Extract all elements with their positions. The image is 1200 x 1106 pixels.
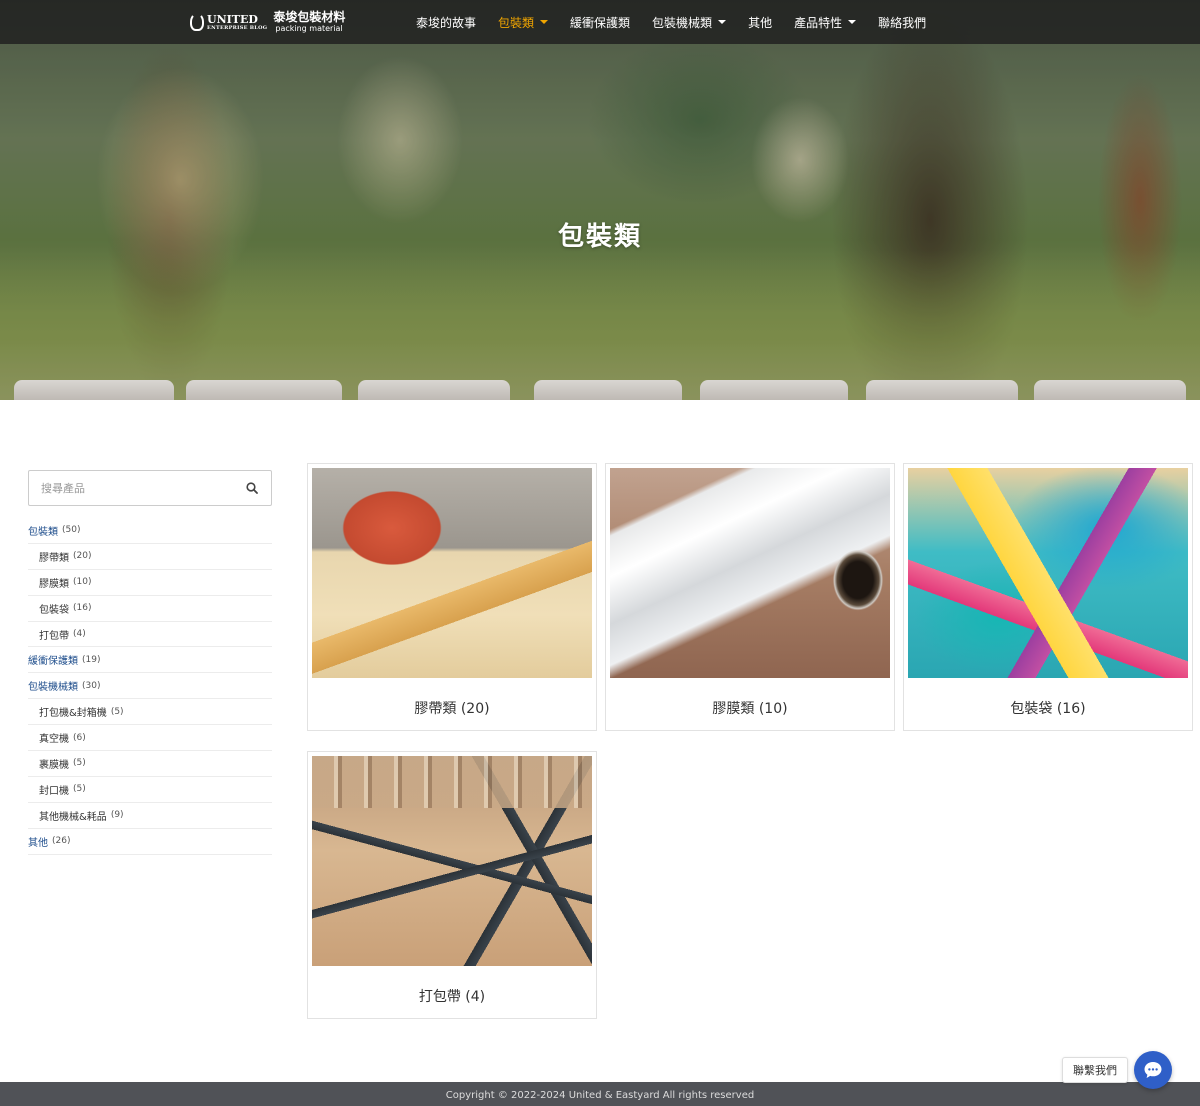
category-name[interactable]: 其他	[28, 834, 48, 849]
nav-item-2[interactable]: 緩衝保護類	[570, 14, 630, 31]
nav-item-label: 包裝機械類	[652, 15, 713, 30]
category-name[interactable]: 其他機械&耗品	[39, 808, 107, 823]
search-icon[interactable]	[246, 482, 258, 494]
category-item[interactable]: 其他機械&耗品 (9)	[28, 803, 272, 829]
category-item[interactable]: 打包機&封箱機 (5)	[28, 699, 272, 726]
logo-en-text: UNITED	[207, 12, 258, 26]
chat-icon	[1144, 1062, 1162, 1078]
product-card-strap[interactable]: 打包帶 (4)	[307, 751, 597, 1019]
category-name[interactable]: 包裝機械類	[28, 678, 78, 693]
search-input[interactable]	[29, 471, 229, 505]
category-list: 包裝類 (50) 膠帶類 (20) 膠膜類 (10) 包裝袋 (16) 打包帶 (4) 緩衝保護類 (…	[28, 518, 272, 855]
category-name[interactable]: 真空機	[39, 730, 69, 745]
logo-en-subtext: ENTERPRISE BLOG	[207, 24, 268, 31]
colorful-plastic-bags-photo[interactable]	[908, 468, 1188, 678]
category-item[interactable]: 封口機 (5)	[28, 777, 272, 803]
category-count: (50)	[62, 525, 81, 536]
nav-item-label: 緩衝保護類	[570, 15, 631, 30]
category-count: (4)	[73, 629, 86, 639]
category-count: (30)	[82, 680, 101, 691]
nav-item-5[interactable]: 產品特性	[794, 14, 857, 31]
nav-item-label: 產品特性	[794, 15, 843, 30]
page-title: 包裝類	[557, 222, 642, 252]
top-navbar: UNITED ENTERPRISE BLOG 泰埈包裝材料 packing ma…	[0, 0, 1200, 44]
category-item[interactable]: 包裝袋 (16)	[28, 596, 272, 622]
site-logo[interactable]: UNITED ENTERPRISE BLOG 泰埈包裝材料 packing ma…	[190, 8, 345, 36]
nav-item-label: 其他	[748, 15, 773, 30]
category-name[interactable]: 包裝袋	[39, 601, 69, 616]
nav-item-1[interactable]: 包裝類	[498, 14, 549, 31]
caret-down-icon	[718, 20, 727, 24]
caret-down-icon	[848, 20, 857, 24]
product-card-bags[interactable]: 包裝袋 (16)	[903, 463, 1193, 731]
logo-swirl-icon	[190, 13, 204, 31]
category-item[interactable]: 包裝機械類 (30)	[28, 673, 272, 700]
category-item[interactable]: 真空機 (6)	[28, 725, 272, 752]
category-name[interactable]: 包裝類	[28, 523, 58, 538]
logo-zh-text: 泰埈包裝材料	[273, 10, 346, 24]
nav-item-label: 聯絡我們	[878, 15, 927, 30]
caret-down-icon	[540, 20, 549, 24]
category-item[interactable]: 膠膜類 (10)	[28, 570, 272, 596]
nav-item-4[interactable]: 其他	[748, 14, 772, 31]
hero-stone-edging	[0, 380, 1200, 400]
category-count: (19)	[82, 654, 101, 665]
category-count: (6)	[73, 732, 86, 743]
category-count: (5)	[110, 706, 124, 717]
category-name[interactable]: 打包帶	[39, 627, 69, 642]
category-name[interactable]: 膠膜類	[39, 575, 69, 590]
category-name[interactable]: 膠帶類	[39, 549, 69, 564]
stretch-film-roll-photo[interactable]	[610, 468, 890, 678]
category-count: (20)	[73, 551, 92, 562]
category-count: (16)	[73, 603, 92, 614]
product-card-film[interactable]: 膠膜類 (10)	[605, 463, 895, 731]
product-search-box	[28, 470, 272, 506]
category-item[interactable]: 膠帶類 (20)	[28, 544, 272, 570]
nav-item-label: 包裝類	[498, 15, 535, 30]
contact-label[interactable]: 聯繫我們	[1062, 1057, 1128, 1083]
strapped-pallet-photo[interactable]	[312, 756, 592, 966]
category-name[interactable]: 打包機&封箱機	[39, 704, 107, 719]
product-card-tape[interactable]: 膠帶類 (20)	[307, 463, 597, 731]
product-card-label[interactable]: 打包帶 (4)	[308, 986, 596, 1006]
logo-tagline: packing material	[275, 24, 343, 33]
category-count: (26)	[52, 836, 71, 847]
nav-item-3[interactable]: 包裝機械類	[652, 14, 727, 31]
category-count: (9)	[110, 810, 124, 821]
category-item[interactable]: 打包帶 (4)	[28, 622, 272, 648]
product-card-label[interactable]: 膠膜類 (10)	[606, 698, 894, 718]
category-name[interactable]: 緩衝保護類	[28, 652, 78, 667]
nav-item-6[interactable]: 聯絡我們	[878, 14, 926, 31]
category-item[interactable]: 裹膜機 (5)	[28, 751, 272, 777]
category-item[interactable]: 包裝類 (50)	[28, 518, 272, 544]
category-name[interactable]: 封口機	[39, 782, 69, 797]
hero-banner: 包裝類	[0, 0, 1200, 400]
product-card-label[interactable]: 包裝袋 (16)	[904, 698, 1192, 718]
category-count: (5)	[73, 758, 86, 769]
category-item[interactable]: 其他 (26)	[28, 829, 272, 855]
contact-widget[interactable]: 聯繫我們	[1062, 1050, 1172, 1090]
category-count: (5)	[73, 784, 86, 795]
category-count: (10)	[73, 577, 92, 588]
site-footer: Copyright © 2022-2024 United & Eastyard …	[0, 1082, 1200, 1106]
nav-item-0[interactable]: 泰埈的故事	[416, 14, 476, 31]
product-card-label[interactable]: 膠帶類 (20)	[308, 698, 596, 718]
nav-item-label: 泰埈的故事	[416, 15, 477, 30]
hero-background-grass	[0, 250, 1200, 400]
category-item[interactable]: 緩衝保護類 (19)	[28, 647, 272, 674]
main-nav: 泰埈的故事 包裝類 緩衝保護類 包裝機械類 其他 產品特性 聯絡我們	[416, 0, 948, 44]
copyright-text: Copyright © 2022-2024 United & Eastyard …	[445, 1090, 755, 1101]
tape-dispenser-photo[interactable]	[312, 468, 592, 678]
category-name[interactable]: 裹膜機	[39, 756, 69, 771]
contact-chat-button[interactable]	[1134, 1051, 1172, 1089]
